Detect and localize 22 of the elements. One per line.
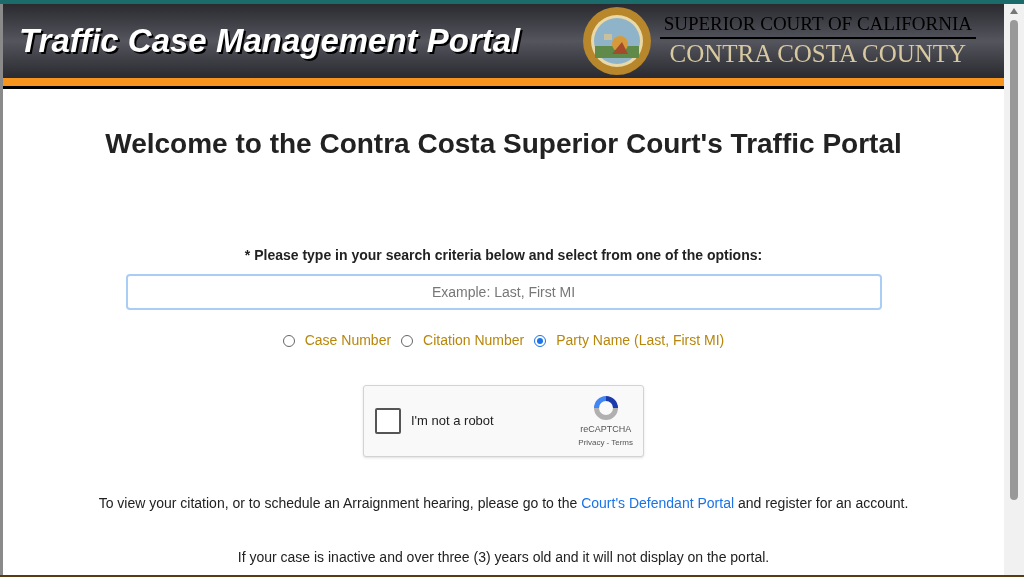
- captcha-checkbox[interactable]: [375, 408, 401, 434]
- county-name: CONTRA COSTA COUNTY: [669, 39, 967, 69]
- scrollbar-thumb[interactable]: [1010, 20, 1018, 500]
- page-heading: Welcome to the Contra Costa Superior Court's Traffic Portal: [105, 127, 902, 161]
- search-field[interactable]: Example: Last, First MI: [125, 274, 882, 310]
- captcha-brand: reCAPTCHA: [580, 423, 632, 437]
- radio-label[interactable]: Citation Number: [423, 330, 525, 351]
- court-name: SUPERIOR COURT OF CALIFORNIA: [659, 13, 976, 39]
- radio-label[interactable]: Case Number: [304, 330, 392, 351]
- search-label: * Please type in your search criteria below and select from one of the options:: [244, 246, 763, 265]
- defendant-portal-link[interactable]: Court's Defendant Portal: [581, 495, 735, 511]
- privacy-link[interactable]: Privacy: [578, 436, 605, 449]
- defendant-portal-info: To view your citation, or to schedule an Arraignment hearing, please go to the Court's Defendant Portal and register for an account.: [98, 494, 909, 513]
- radio-label[interactable]: Party Name (Last, First MI): [556, 330, 725, 351]
- portal-title: Traffic Case Management Portal: [19, 21, 521, 62]
- link-separator: -: [606, 436, 610, 449]
- terms-link[interactable]: Terms: [611, 436, 633, 449]
- captcha-label: I'm not a robot: [411, 412, 494, 431]
- inactive-case-notice: If your case is inactive and over three (3) years old and it will not display on the portal.: [237, 548, 770, 567]
- scrollbar[interactable]: [1004, 4, 1024, 575]
- seal-drawing: [581, 6, 652, 76]
- scroll-up-icon[interactable]: [1010, 8, 1018, 14]
